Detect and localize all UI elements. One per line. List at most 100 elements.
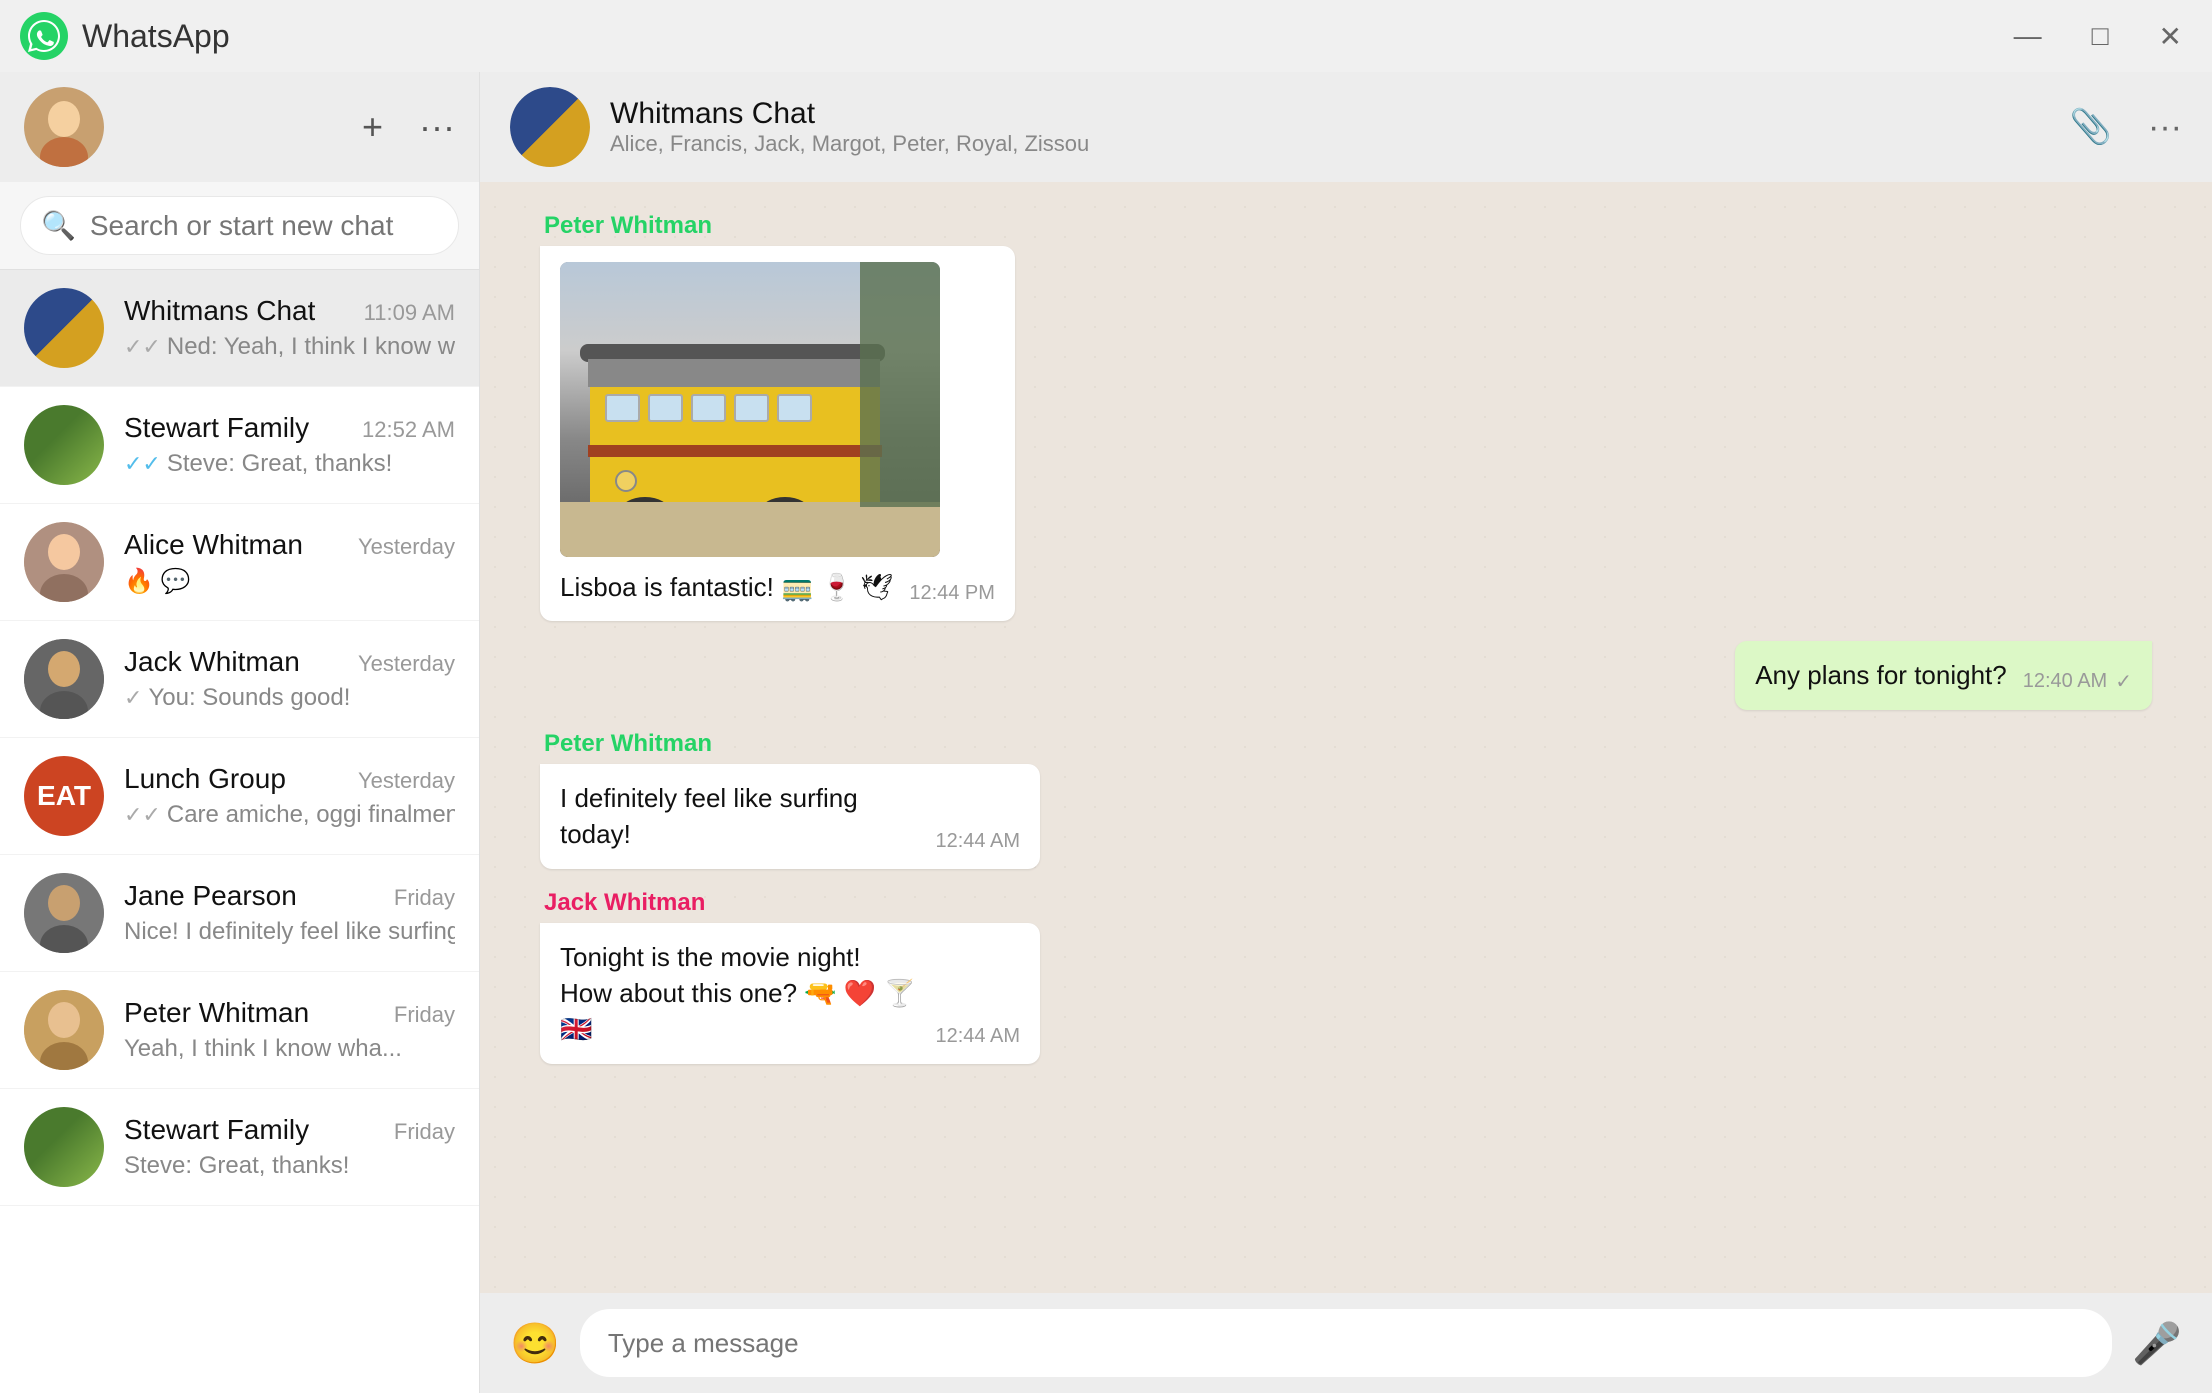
- chat-top: Jane Pearson Friday: [124, 880, 455, 912]
- message-text: I definitely feel like surfing today!: [560, 780, 919, 853]
- message-input[interactable]: [580, 1309, 2112, 1377]
- chat-top: Peter Whitman Friday: [124, 997, 455, 1029]
- list-item[interactable]: Peter Whitman Friday Yeah, I think I kno…: [0, 972, 479, 1089]
- sidebar-header: + ···: [0, 72, 479, 182]
- chat-header-name: Whitmans Chat: [610, 97, 2070, 131]
- chat-header-actions: 📎 ···: [2070, 107, 2182, 147]
- chat-header-info: Whitmans Chat Alice, Francis, Jack, Marg…: [610, 97, 2070, 157]
- message-bubble: Peter Whitman I definitely feel like sur…: [540, 730, 1040, 869]
- sender-name: Peter Whitman: [540, 212, 1015, 240]
- avatar: [24, 639, 104, 719]
- message-bubble: Jack Whitman Tonight is the movie night!…: [540, 889, 1040, 1064]
- chat-menu-icon[interactable]: ···: [2148, 108, 2182, 147]
- message-time: 12:44 AM: [935, 830, 1020, 853]
- chat-preview: ✓✓ Steve: Great, thanks!: [124, 450, 455, 478]
- list-item[interactable]: Jane Pearson Friday Nice! I definitely f…: [0, 855, 479, 972]
- message-content: Lisboa is fantastic! 🚃 🍷 🕊 12:44 PM: [540, 246, 1015, 621]
- close-button[interactable]: ✕: [2149, 16, 2192, 57]
- message-time: 12:44 PM: [909, 582, 995, 605]
- new-chat-icon[interactable]: +: [362, 106, 383, 148]
- search-icon: 🔍: [41, 209, 76, 242]
- chat-info: Jane Pearson Friday Nice! I definitely f…: [124, 880, 455, 946]
- chat-top: Lunch Group Yesterday: [124, 763, 455, 795]
- double-check-icon: ✓✓: [124, 334, 161, 360]
- chat-preview: ✓✓ Ned: Yeah, I think I know wha...: [124, 333, 455, 361]
- search-bar: 🔍: [0, 182, 479, 270]
- minimize-button[interactable]: —: [2004, 16, 2052, 56]
- message-text: Tonight is the movie night! How about th…: [560, 939, 919, 1048]
- list-item[interactable]: Whitmans Chat 11:09 AM ✓✓ Ned: Yeah, I t…: [0, 270, 479, 387]
- list-item[interactable]: Jack Whitman Yesterday ✓ You: Sounds goo…: [0, 621, 479, 738]
- chat-name: Stewart Family: [124, 412, 309, 444]
- chat-header: Whitmans Chat Alice, Francis, Jack, Marg…: [480, 72, 2212, 182]
- chat-area: Whitmans Chat Alice, Francis, Jack, Marg…: [480, 72, 2212, 1393]
- list-item[interactable]: Alice Whitman Yesterday 🔥 💬: [0, 504, 479, 621]
- titlebar: WhatsApp — □ ✕: [0, 0, 2212, 72]
- chat-info: Stewart Family Friday Steve: Great, than…: [124, 1114, 455, 1180]
- sender-name: Jack Whitman: [540, 889, 1040, 917]
- chat-info: Alice Whitman Yesterday 🔥 💬: [124, 529, 455, 596]
- chat-top: Stewart Family 12:52 AM: [124, 412, 455, 444]
- chat-header-members: Alice, Francis, Jack, Margot, Peter, Roy…: [610, 131, 2070, 157]
- chat-name: Peter Whitman: [124, 997, 309, 1029]
- chat-info: Stewart Family 12:52 AM ✓✓ Steve: Great,…: [124, 412, 455, 478]
- emoji-button[interactable]: 😊: [510, 1320, 560, 1367]
- sidebar: + ··· 🔍 Whitmans Chat 11:09 AM: [0, 72, 480, 1393]
- avatar: [24, 288, 104, 368]
- chat-name: Lunch Group: [124, 763, 286, 795]
- chat-name: Stewart Family: [124, 1114, 309, 1146]
- message-time: 12:44 AM: [935, 1025, 1020, 1048]
- avatar: [24, 522, 104, 602]
- message-bubble: Peter Whitman: [540, 212, 1015, 621]
- microphone-button[interactable]: 🎤: [2132, 1320, 2182, 1367]
- chat-name: Jack Whitman: [124, 646, 300, 678]
- single-check-icon: ✓: [124, 685, 142, 711]
- chat-time: Friday: [394, 1119, 455, 1145]
- user-avatar[interactable]: [24, 87, 104, 167]
- chat-time: Friday: [394, 885, 455, 911]
- chat-time: Friday: [394, 1002, 455, 1028]
- messages-area: Peter Whitman: [480, 182, 2212, 1293]
- message-time: 12:40 AM: [2023, 670, 2108, 693]
- input-bar: 😊 🎤: [480, 1293, 2212, 1393]
- list-item[interactable]: Stewart Family 12:52 AM ✓✓ Steve: Great,…: [0, 387, 479, 504]
- chat-name: Alice Whitman: [124, 529, 303, 561]
- message-image: [560, 262, 940, 557]
- chat-time: Yesterday: [358, 768, 455, 794]
- sidebar-header-actions: + ···: [362, 106, 455, 148]
- chat-preview: ✓ You: Sounds good!: [124, 684, 455, 712]
- window-controls: — □ ✕: [2004, 16, 2192, 57]
- double-check-icon: ✓✓: [124, 802, 161, 828]
- app-logo: [20, 12, 68, 60]
- chat-preview: Steve: Great, thanks!: [124, 1152, 455, 1180]
- maximize-button[interactable]: □: [2082, 16, 2119, 56]
- chat-info: Jack Whitman Yesterday ✓ You: Sounds goo…: [124, 646, 455, 712]
- avatar: [24, 405, 104, 485]
- chat-header-avatar[interactable]: [510, 87, 590, 167]
- chat-top: Stewart Family Friday: [124, 1114, 455, 1146]
- chat-preview: ✓✓ Care amiche, oggi finalmente posso: [124, 801, 455, 829]
- message-content: Tonight is the movie night! How about th…: [540, 923, 1040, 1064]
- list-item[interactable]: EAT Lunch Group Yesterday ✓✓ Care amiche…: [0, 738, 479, 855]
- menu-icon[interactable]: ···: [419, 106, 455, 148]
- avatar: EAT: [24, 756, 104, 836]
- sender-name: Peter Whitman: [540, 730, 1040, 758]
- message-bubble: Any plans for tonight? 12:40 AM ✓: [1735, 641, 2152, 709]
- chat-preview: Nice! I definitely feel like surfing: [124, 918, 455, 946]
- chat-top: Jack Whitman Yesterday: [124, 646, 455, 678]
- double-check-blue-icon: ✓✓: [124, 451, 161, 477]
- message-content: I definitely feel like surfing today! 12…: [540, 764, 1040, 869]
- chat-time: 11:09 AM: [364, 300, 455, 326]
- chat-top: Whitmans Chat 11:09 AM: [124, 295, 455, 327]
- chat-time: Yesterday: [358, 534, 455, 560]
- search-input[interactable]: [90, 210, 451, 242]
- attach-icon[interactable]: 📎: [2070, 107, 2112, 147]
- chat-time: 12:52 AM: [362, 417, 455, 443]
- chat-time: Yesterday: [358, 651, 455, 677]
- app-title: WhatsApp: [82, 18, 2004, 55]
- chat-info: Lunch Group Yesterday ✓✓ Care amiche, og…: [124, 763, 455, 829]
- list-item[interactable]: Stewart Family Friday Steve: Great, than…: [0, 1089, 479, 1206]
- avatar: [24, 873, 104, 953]
- message-content: Any plans for tonight? 12:40 AM ✓: [1735, 641, 2152, 709]
- chat-top: Alice Whitman Yesterday: [124, 529, 455, 561]
